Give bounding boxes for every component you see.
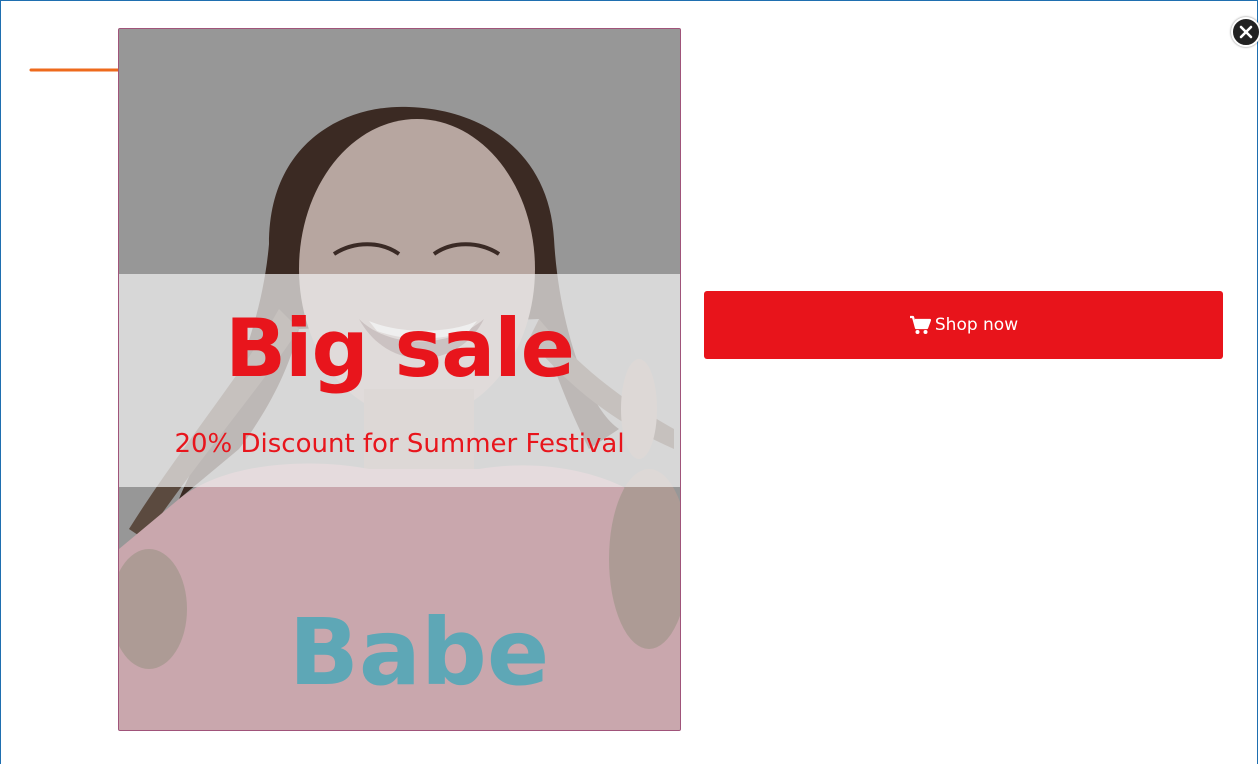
cart-icon <box>909 315 931 334</box>
close-button[interactable] <box>1231 17 1260 47</box>
promo-subheadline: 20% Discount for Summer Festival <box>174 429 625 459</box>
shop-now-label: Shop now <box>934 315 1019 335</box>
svg-text:Babe: Babe <box>289 599 549 706</box>
promo-image: Babe Big sale 20% Discount for Summer Fe… <box>118 28 681 731</box>
popup-window: Babe Big sale 20% Discount for Summer Fe… <box>0 0 1260 764</box>
promo-headline: Big sale <box>225 302 575 395</box>
shop-now-button[interactable]: Shop now <box>704 291 1223 359</box>
close-icon <box>1239 25 1253 39</box>
